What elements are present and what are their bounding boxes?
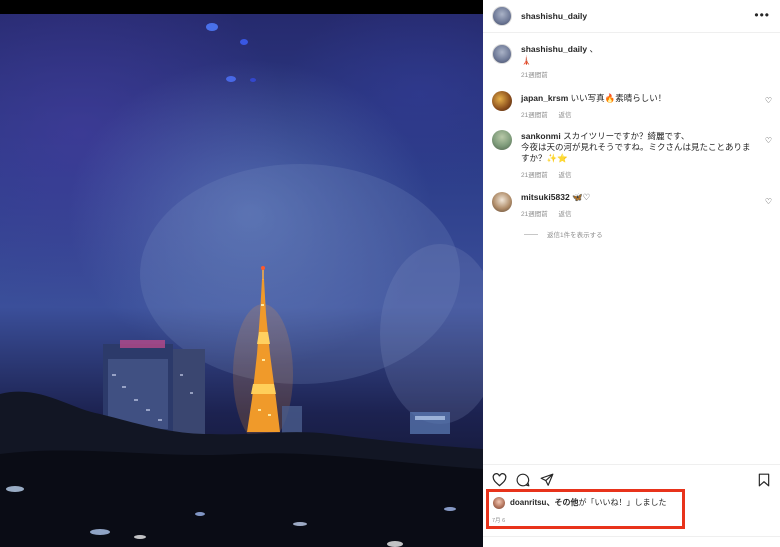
comment-text-row: japan_krsm いい写真🔥素晴らしい！ bbox=[521, 93, 666, 104]
top-strip bbox=[0, 0, 483, 14]
tokyo-tower-night-scene bbox=[0, 23, 483, 547]
caption-avatar[interactable] bbox=[492, 44, 512, 64]
comment-text-row: sankonmi スカイツリーですか？綺麗です、 今夜は天の河が見れそうですね。… bbox=[521, 131, 751, 164]
post-header: shashishu_daily ••• bbox=[483, 0, 780, 33]
comment-text-row: mitsuki5832 🦋♡ bbox=[521, 192, 590, 203]
heart-icon[interactable]: ♡ bbox=[765, 136, 772, 145]
caption-emoji: 🗼 bbox=[521, 55, 532, 65]
comment-meta: 21週間前 返信 bbox=[521, 208, 581, 218]
reply-button[interactable]: 返信 bbox=[559, 112, 572, 119]
comment-text: いい写真🔥素晴らしい！ bbox=[570, 93, 667, 103]
comment-input-bar[interactable] bbox=[483, 536, 780, 547]
comment-username[interactable]: mitsuki5832 bbox=[521, 192, 570, 202]
author-username[interactable]: shashishu_daily bbox=[521, 11, 587, 21]
caption-username[interactable]: shashishu_daily bbox=[521, 44, 587, 54]
post-date: 7月 6 bbox=[492, 518, 506, 524]
divider-line bbox=[524, 233, 538, 235]
comment-username[interactable]: japan_krsm bbox=[521, 93, 568, 103]
comment-avatar[interactable] bbox=[492, 192, 512, 212]
comment-text: スカイツリーですか？綺麗です、 bbox=[563, 131, 690, 141]
caption-time: 21週間前 bbox=[521, 72, 548, 79]
comment-icon[interactable] bbox=[516, 473, 530, 487]
author-avatar[interactable] bbox=[492, 6, 512, 26]
comment-username[interactable]: sankonmi bbox=[521, 131, 561, 141]
comment-avatar[interactable] bbox=[492, 130, 512, 150]
share-icon[interactable] bbox=[540, 473, 554, 487]
comment-time: 21週間前 bbox=[521, 211, 548, 218]
post-photo[interactable] bbox=[0, 14, 483, 547]
comment-text: 🦋♡ bbox=[572, 192, 591, 202]
bookmark-icon[interactable] bbox=[758, 473, 770, 487]
view-replies-link[interactable]: 返信1件を表示する bbox=[524, 229, 603, 239]
likes-others[interactable]: 、その他 bbox=[546, 498, 578, 507]
comment-meta: 21週間前 返信 bbox=[521, 109, 581, 119]
comment-avatar[interactable] bbox=[492, 91, 512, 111]
caption-text: 、 bbox=[589, 44, 599, 54]
heart-icon[interactable]: ♡ bbox=[765, 197, 772, 206]
liker-avatar[interactable] bbox=[493, 497, 505, 509]
likes-summary[interactable]: doanritsu、その他が「いいね！」しました bbox=[510, 497, 666, 508]
comment-text: 今夜は天の河が見れそうですね。ミクさんは見たことありま bbox=[521, 142, 751, 152]
heart-icon[interactable]: ♡ bbox=[765, 96, 772, 105]
caption: shashishu_daily 、 🗼 bbox=[521, 44, 598, 66]
reply-button[interactable]: 返信 bbox=[559, 211, 572, 218]
more-horizontal-icon[interactable]: ••• bbox=[754, 8, 770, 22]
comment-meta: 21週間前 返信 bbox=[521, 169, 581, 179]
liker-username[interactable]: doanritsu bbox=[510, 498, 546, 507]
heart-icon[interactable] bbox=[492, 473, 507, 487]
likes-suffix: が「いいね！」しました bbox=[578, 498, 667, 507]
comment-time: 21週間前 bbox=[521, 112, 548, 119]
comment-time: 21週間前 bbox=[521, 172, 548, 179]
likes-highlight-box bbox=[486, 489, 685, 529]
post-detail-panel: shashishu_daily ••• shashishu_daily 、 🗼 … bbox=[483, 0, 780, 547]
comment-text: すか？✨⭐ bbox=[521, 153, 568, 163]
reply-button[interactable]: 返信 bbox=[559, 172, 572, 179]
